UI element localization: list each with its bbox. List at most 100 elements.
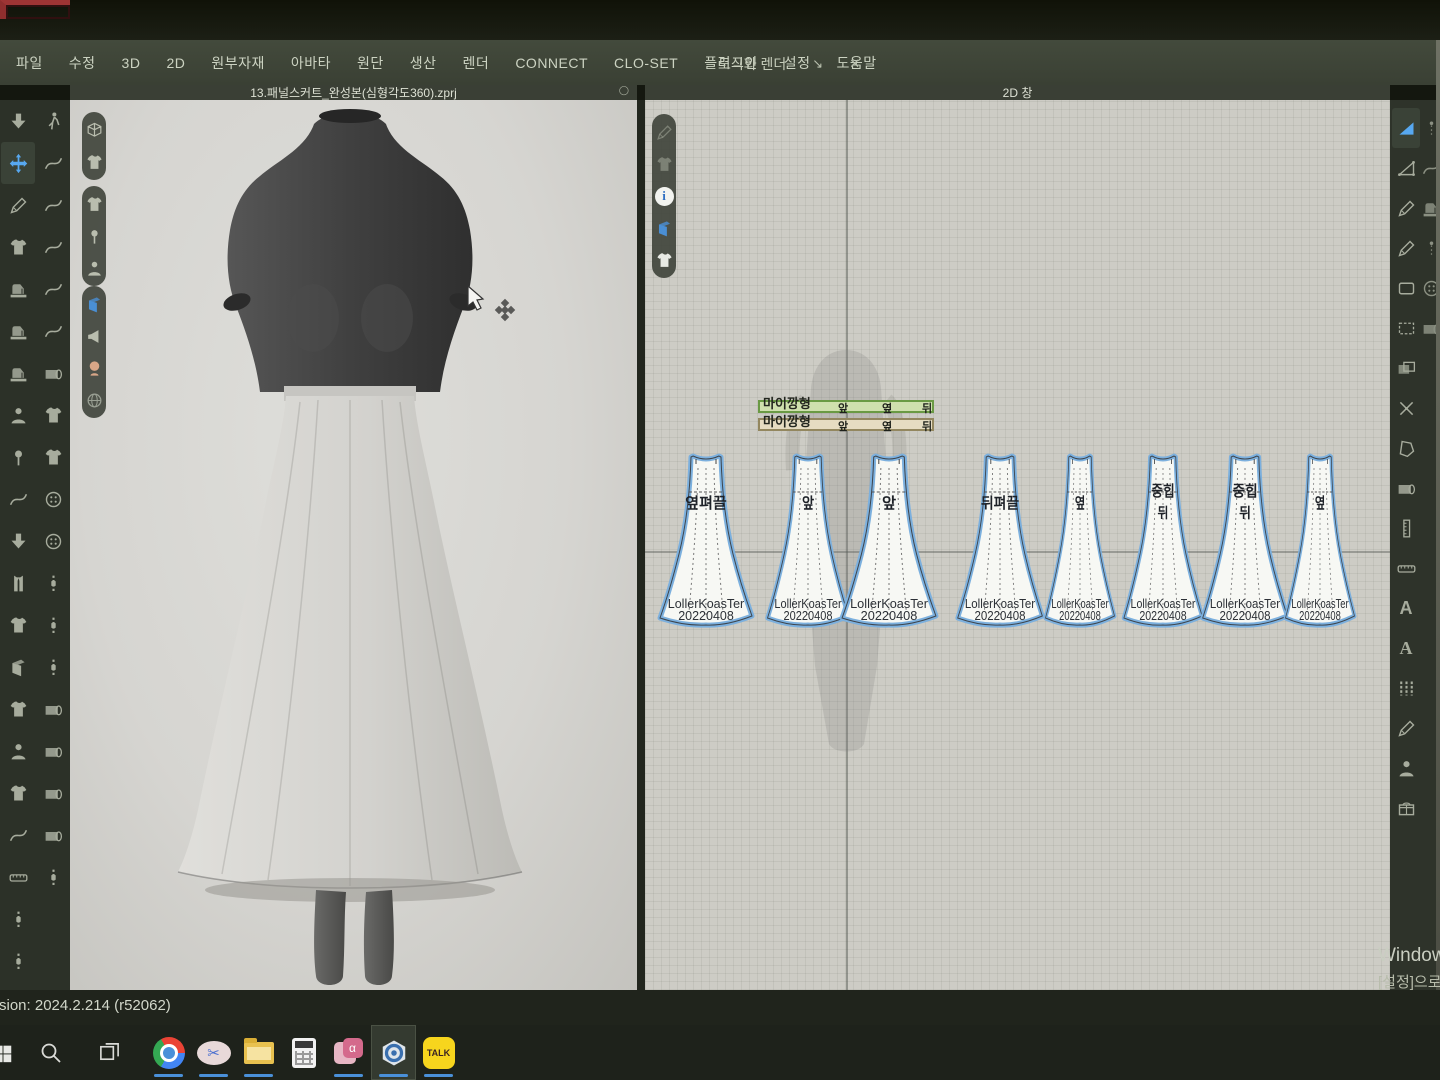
curvature-pen-tool[interactable] (1, 184, 35, 226)
edit-triangle-tool[interactable] (1392, 148, 1420, 188)
taskbar-snipping-tool[interactable]: ✂ (191, 1025, 236, 1080)
curve-pen-2-tool[interactable] (1392, 708, 1420, 748)
viewport-2d[interactable]: 마이깡형 앞 옆 뒤 마이깡형 앞 옆 뒤 옆펴끌LollerKoasTer20… (645, 100, 1390, 990)
pattern-piece-3[interactable]: 뒤펴끌LollerKoasTer20220408 (958, 456, 1043, 625)
menu-item-1[interactable]: 수정 (69, 53, 96, 73)
viewport-3d[interactable] (70, 100, 637, 990)
menu-item-7[interactable]: 생산 (410, 53, 437, 73)
garment-faint-tool[interactable] (652, 152, 676, 176)
fabric-pin-roll-tool[interactable] (36, 352, 70, 394)
start-button[interactable] (0, 1025, 14, 1080)
reset-shirt-tool[interactable] (652, 248, 676, 272)
avatar-bust-tool[interactable] (1, 730, 35, 772)
task-view-button[interactable] (87, 1025, 132, 1080)
sew-curve-1-tool[interactable] (36, 142, 70, 184)
ruler-vertical-tool[interactable] (1392, 508, 1420, 548)
zip-shirt-b-tool[interactable] (1, 940, 35, 982)
pin-needle-tool[interactable] (1, 436, 35, 478)
avatar-head-tool[interactable] (82, 356, 106, 380)
render-cube-tool[interactable] (82, 118, 106, 142)
fold-arrow-tool[interactable] (1, 520, 35, 562)
tab-close-icon[interactable]: ✕ (849, 56, 860, 72)
taskbar-file-explorer[interactable] (236, 1025, 281, 1080)
roll-4-tool[interactable] (36, 814, 70, 856)
drape-garment-tool[interactable] (1, 226, 35, 268)
announce-flag-tool[interactable] (82, 324, 106, 348)
menu-item-3[interactable]: 2D (166, 55, 185, 71)
transform-triangle-tool[interactable] (1392, 108, 1420, 148)
taskbar-clo[interactable] (371, 1025, 416, 1080)
pattern-piece-7[interactable]: 옆LollerKoasTer20220408 (1286, 456, 1355, 625)
point-pen-tool[interactable] (1392, 188, 1420, 228)
menu-item-2[interactable]: 3D (122, 55, 141, 71)
garment-fit-tool[interactable] (82, 192, 106, 216)
menu-item-0[interactable]: 파일 (16, 53, 43, 73)
menu-item-8[interactable]: 렌더 (463, 53, 490, 73)
measure-curve-tool[interactable] (1, 814, 35, 856)
pattern-piece-1[interactable]: 앞LollerKoasTer20220408 (768, 456, 849, 625)
pin-tool[interactable] (82, 224, 106, 248)
texture-shirt-1-tool[interactable] (36, 394, 70, 436)
round-rect-tool[interactable] (1392, 268, 1420, 308)
search-button[interactable] (28, 1025, 73, 1080)
book-drape-tool[interactable] (1, 646, 35, 688)
window-titlebar-3d[interactable]: 13.패널스커트_완성본(심형각도360).zprj ◯ (70, 85, 637, 100)
sew-curve-2-tool[interactable] (36, 184, 70, 226)
zip-dot-2-tool[interactable] (36, 646, 70, 688)
move-cross-tool[interactable] (1, 142, 35, 184)
avatar-pattern-tool[interactable] (1392, 748, 1420, 788)
tab-minimize-icon[interactable]: ↘ (812, 56, 823, 72)
render-tab[interactable]: 도식화 렌더 ↘ ✕ (718, 53, 860, 75)
viewport-divider[interactable] (637, 100, 645, 990)
gift-box-tool[interactable] (1392, 788, 1420, 828)
garment-skirt[interactable] (178, 386, 522, 888)
colorway-vest-tool[interactable] (1, 562, 35, 604)
garment-arrow-tool[interactable] (1, 772, 35, 814)
roll-2-tool[interactable] (36, 730, 70, 772)
pattern-piece-5[interactable]: 중힙뒤LollerKoasTer20220408 (1124, 456, 1202, 625)
pattern-shirt-tool[interactable] (1, 604, 35, 646)
cylinder-roll-tool[interactable] (1392, 468, 1420, 508)
taskbar-capture-app[interactable]: α (326, 1025, 371, 1080)
menu-item-9[interactable]: CONNECT (515, 55, 588, 71)
float-window-icon[interactable]: ◯ (619, 85, 629, 96)
zip-puller-tool[interactable] (36, 856, 70, 898)
waistband-pattern-tan[interactable]: 마이깡형 앞 옆 뒤 (758, 418, 934, 431)
roll-1-tool[interactable] (36, 688, 70, 730)
line-pen-tool[interactable] (652, 120, 676, 144)
menu-item-4[interactable]: 원부자재 (211, 53, 265, 73)
walk-avatar-tool[interactable] (36, 100, 70, 142)
sew-curve-5-tool[interactable] (36, 310, 70, 352)
dart-polygon-tool[interactable] (1392, 428, 1420, 468)
sew-curve-3-tool[interactable] (36, 226, 70, 268)
sew-machine-curve-tool[interactable] (1, 352, 35, 394)
globe-tool[interactable] (82, 388, 106, 412)
taskbar-kakaotalk[interactable]: TALK (416, 1025, 461, 1080)
avatar-sew-tool[interactable] (1, 394, 35, 436)
zip-lock-tool[interactable] (36, 562, 70, 604)
menu-item-10[interactable]: CLO-SET (614, 55, 678, 71)
zip-shirt-a-tool[interactable] (1, 898, 35, 940)
pattern-piece-0[interactable]: 옆펴끌LollerKoasTer20220408 (660, 456, 752, 625)
button-large-tool[interactable] (36, 520, 70, 562)
menu-item-5[interactable]: 아바타 (291, 53, 331, 73)
text-a-tool[interactable]: A (1392, 588, 1420, 628)
measure-tape-tool[interactable] (1, 856, 35, 898)
wrap-shirt-tool[interactable] (1, 688, 35, 730)
fabric-book-tool[interactable] (82, 292, 106, 316)
menu-item-6[interactable]: 원단 (357, 53, 384, 73)
simulate-arrow-tool[interactable] (1, 100, 35, 142)
layer-rects-tool[interactable] (1392, 348, 1420, 388)
avatar-tool[interactable] (82, 256, 106, 280)
seam-columns-tool[interactable] (1392, 668, 1420, 708)
taskbar-calculator[interactable] (281, 1025, 326, 1080)
cross-x-tool[interactable] (1392, 388, 1420, 428)
sew-machine-tool[interactable] (1, 268, 35, 310)
sew-machine-line-tool[interactable] (1, 310, 35, 352)
window-titlebar-2d[interactable]: 2D 창 (645, 85, 1390, 100)
button-small-tool[interactable] (36, 478, 70, 520)
taskbar-chrome[interactable] (146, 1025, 191, 1080)
polygon-pen-tool[interactable] (1392, 228, 1420, 268)
show-garment-tool[interactable] (82, 150, 106, 174)
pattern-piece-2[interactable]: 앞LollerKoasTer20220408 (842, 456, 936, 625)
